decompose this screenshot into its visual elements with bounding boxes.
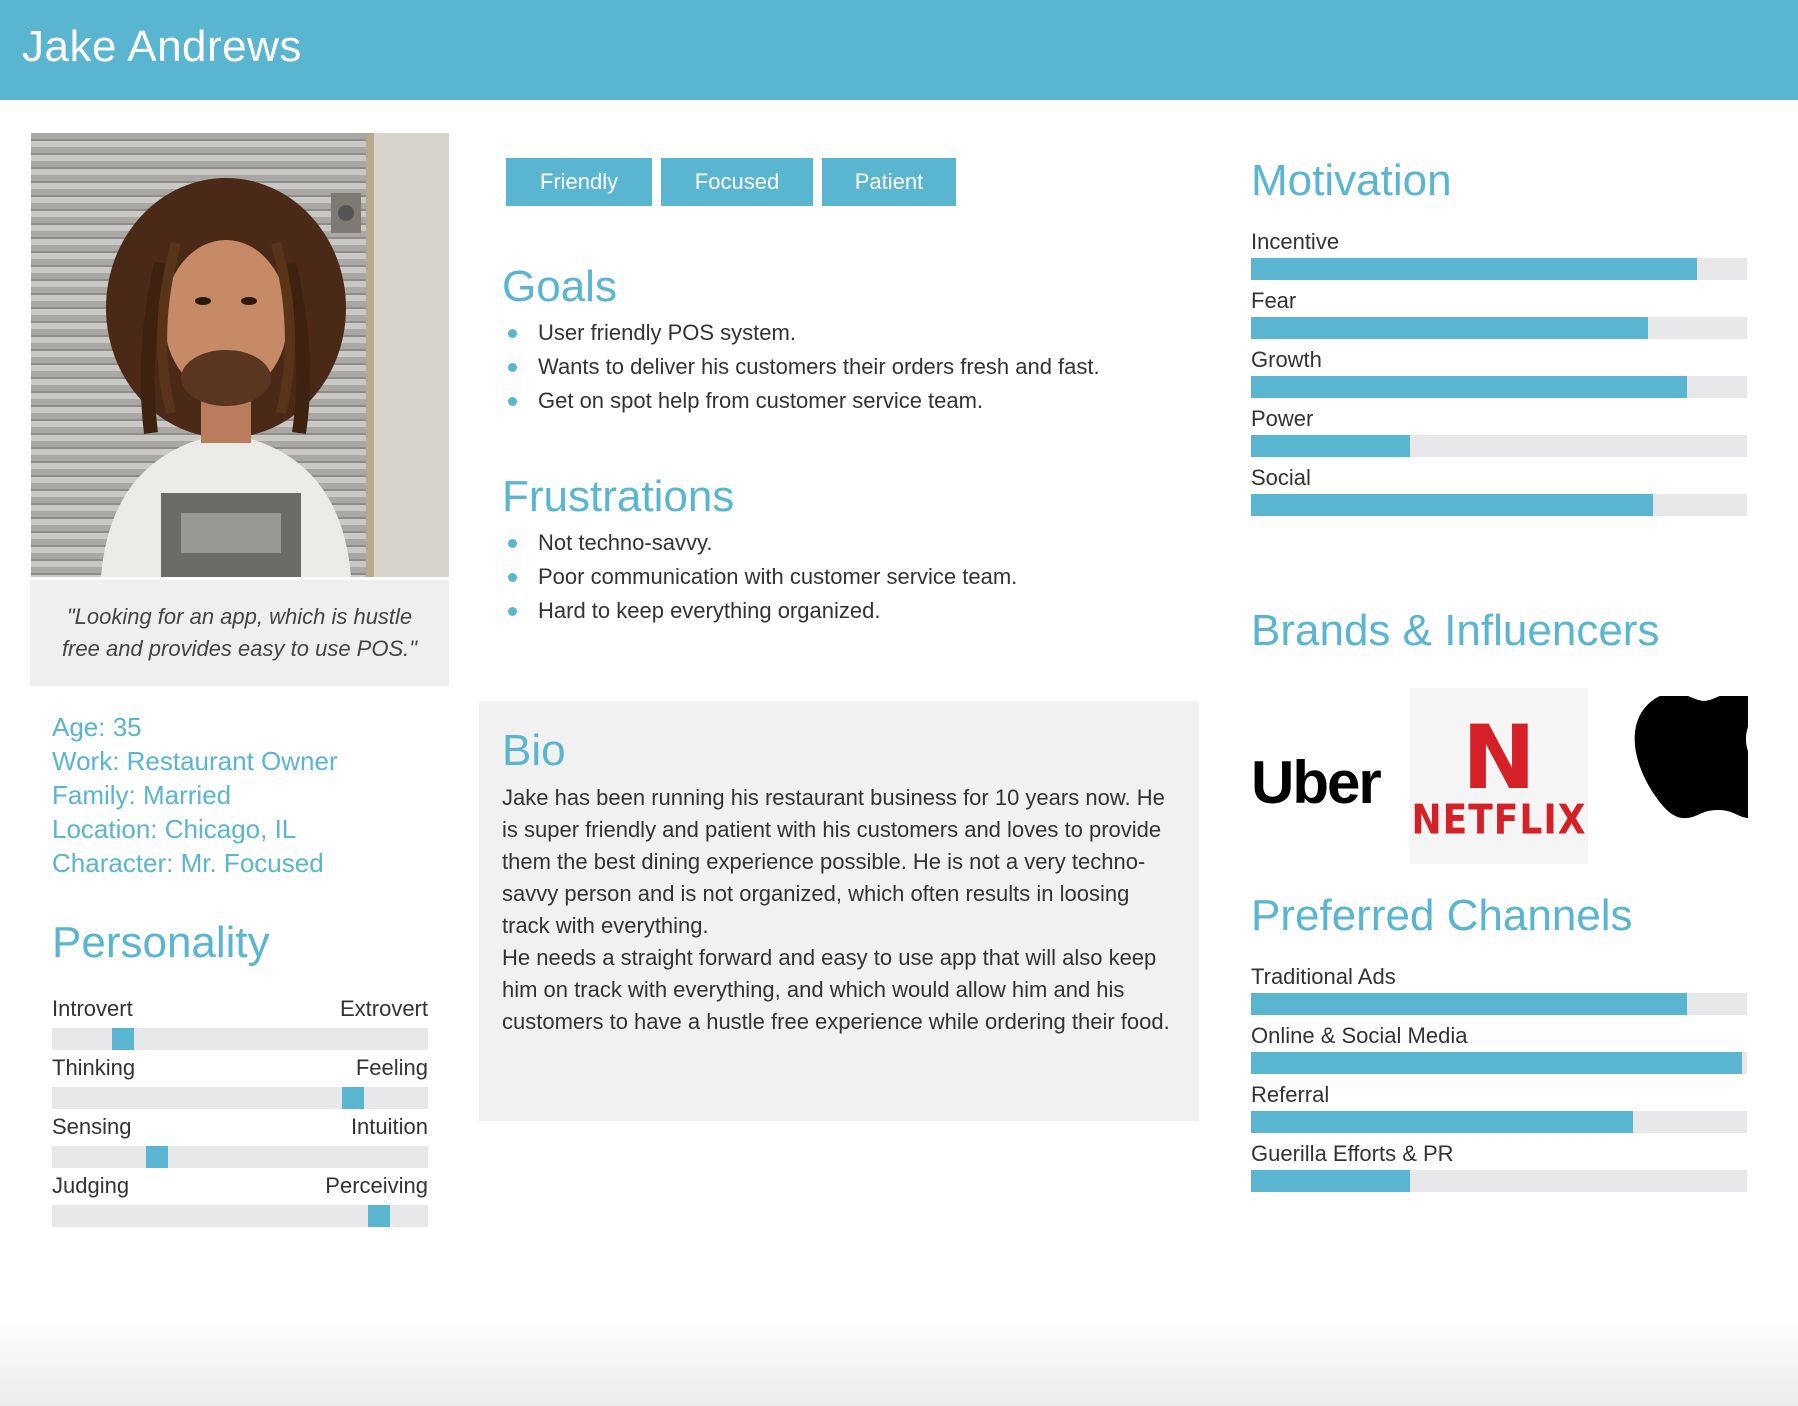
apple-logo-icon [1634,696,1748,819]
brands-title: Brands & Influencers [1251,606,1660,655]
trait-left-label: Judging [52,1173,130,1198]
bar-track [1251,993,1747,1015]
motivation-row: Incentive [1251,228,1747,287]
channel-row: Referral [1251,1081,1747,1140]
channel-label: Traditional Ads [1251,964,1396,989]
trait-slider-track [52,1028,428,1050]
persona-name: Jake Andrews [22,22,302,71]
trait-slider-marker [368,1205,391,1227]
motivation-row: Fear [1251,287,1747,346]
persona-photo [31,133,449,577]
bar-fill [1251,993,1688,1015]
motivation-row: Power [1251,405,1747,464]
fact-work: Work: Restaurant Owner [52,746,338,776]
persona-tags: Friendly Focused Patient [506,158,956,206]
list-item: User friendly POS system. [506,316,1100,350]
channel-bars: Traditional Ads Online & Social Media Re… [1251,963,1747,1199]
channels-title: Preferred Channels [1251,891,1633,940]
bar-fill [1251,317,1648,339]
header-bar: Jake Andrews [0,0,1798,100]
trait-slider-track [52,1087,428,1109]
motivation-row: Growth [1251,346,1747,405]
motivation-label: Power [1251,406,1314,431]
motivation-label: Social [1251,465,1311,490]
trait-right-label: Extrovert [339,996,428,1021]
persona-quote: "Looking for an app, which is hustle fre… [61,604,418,661]
channel-row: Guerilla Efforts & PR [1251,1140,1747,1199]
frustrations-list: Not techno-savvy. Poor communication wit… [506,526,1017,628]
bar-fill [1251,376,1688,398]
motivation-label: Growth [1251,347,1322,372]
trait-left-label: Introvert [52,996,133,1021]
trait-right-label: Perceiving [325,1173,428,1198]
goals-list: User friendly POS system. Wants to deliv… [506,316,1100,418]
channel-label: Online & Social Media [1251,1023,1468,1048]
fact-location: Location: Chicago, IL [52,814,297,844]
bar-track [1251,1170,1747,1192]
list-item: Hard to keep everything organized. [506,594,1017,628]
list-item: Not techno-savvy. [506,526,1017,560]
trait-left-label: Sensing [52,1114,132,1139]
trait-row: Thinking Feeling [52,1054,428,1113]
motivation-label: Incentive [1251,229,1340,254]
bar-track [1251,258,1747,280]
bottom-fade [0,1320,1798,1406]
bar-track [1251,376,1747,398]
fact-family: Family: Married [52,780,232,810]
frustrations-title: Frustrations [502,472,735,521]
bar-track [1251,317,1747,339]
netflix-wordmark: NETFLIX [1411,796,1587,845]
brand-logos: Uber N NETFLIX [1251,688,1751,864]
bio-text: Jake has been running his restaurant bus… [502,782,1182,1038]
bar-track [1251,494,1747,516]
list-item: Wants to deliver his customers their ord… [506,350,1100,384]
bar-track [1251,435,1747,457]
bar-fill [1251,1170,1410,1192]
personality-title: Personality [52,918,270,967]
trait-right-label: Feeling [355,1055,428,1080]
motivation-row: Social [1251,464,1747,523]
bio-paragraph: Jake has been running his restaurant bus… [502,785,1165,938]
goals-title: Goals [502,262,617,311]
bar-track [1251,1052,1747,1074]
tag-patient: Patient [822,158,956,206]
trait-slider-marker [146,1146,169,1168]
personality-traits: Introvert Extrovert Thinking Feeling Sen… [52,995,428,1231]
bar-fill [1251,435,1410,457]
trait-row: Sensing Intuition [52,1113,428,1172]
uber-logo: Uber [1251,749,1382,816]
bar-fill [1251,494,1653,516]
persona-quote-box: "Looking for an app, which is hustle fre… [30,580,449,686]
trait-row: Introvert Extrovert [52,995,428,1054]
trait-slider-marker [112,1028,135,1050]
netflix-n-mark: N [1462,706,1536,809]
channel-row: Traditional Ads [1251,963,1747,1022]
fact-character: Character: Mr. Focused [52,848,324,878]
channel-label: Guerilla Efforts & PR [1251,1141,1454,1166]
fact-age: Age: 35 [52,712,142,742]
trait-slider-track [52,1205,428,1227]
netflix-logo: N NETFLIX [1410,688,1588,864]
motivation-label: Fear [1251,288,1297,313]
persona-facts: Age: 35 Work: Restaurant Owner Family: M… [52,710,452,880]
tag-focused: Focused [661,158,813,206]
list-item: Poor communication with customer service… [506,560,1017,594]
bio-title: Bio [502,726,566,775]
trait-slider-marker [341,1087,364,1109]
trait-slider-track [52,1146,428,1168]
bar-fill [1251,1111,1633,1133]
bar-fill [1251,1052,1743,1074]
channel-label: Referral [1251,1082,1330,1107]
list-item: Get on spot help from customer service t… [506,384,1100,418]
trait-right-label: Intuition [350,1114,428,1139]
motivation-title: Motivation [1251,156,1452,205]
bar-track [1251,1111,1747,1133]
channel-row: Online & Social Media [1251,1022,1747,1081]
trait-row: Judging Perceiving [52,1172,428,1231]
bar-fill [1251,258,1698,280]
bio-paragraph: He needs a straight forward and easy to … [502,945,1170,1034]
motivation-bars: Incentive Fear Growth Power Social [1251,228,1747,523]
tag-friendly: Friendly [506,158,652,206]
trait-left-label: Thinking [52,1055,136,1080]
